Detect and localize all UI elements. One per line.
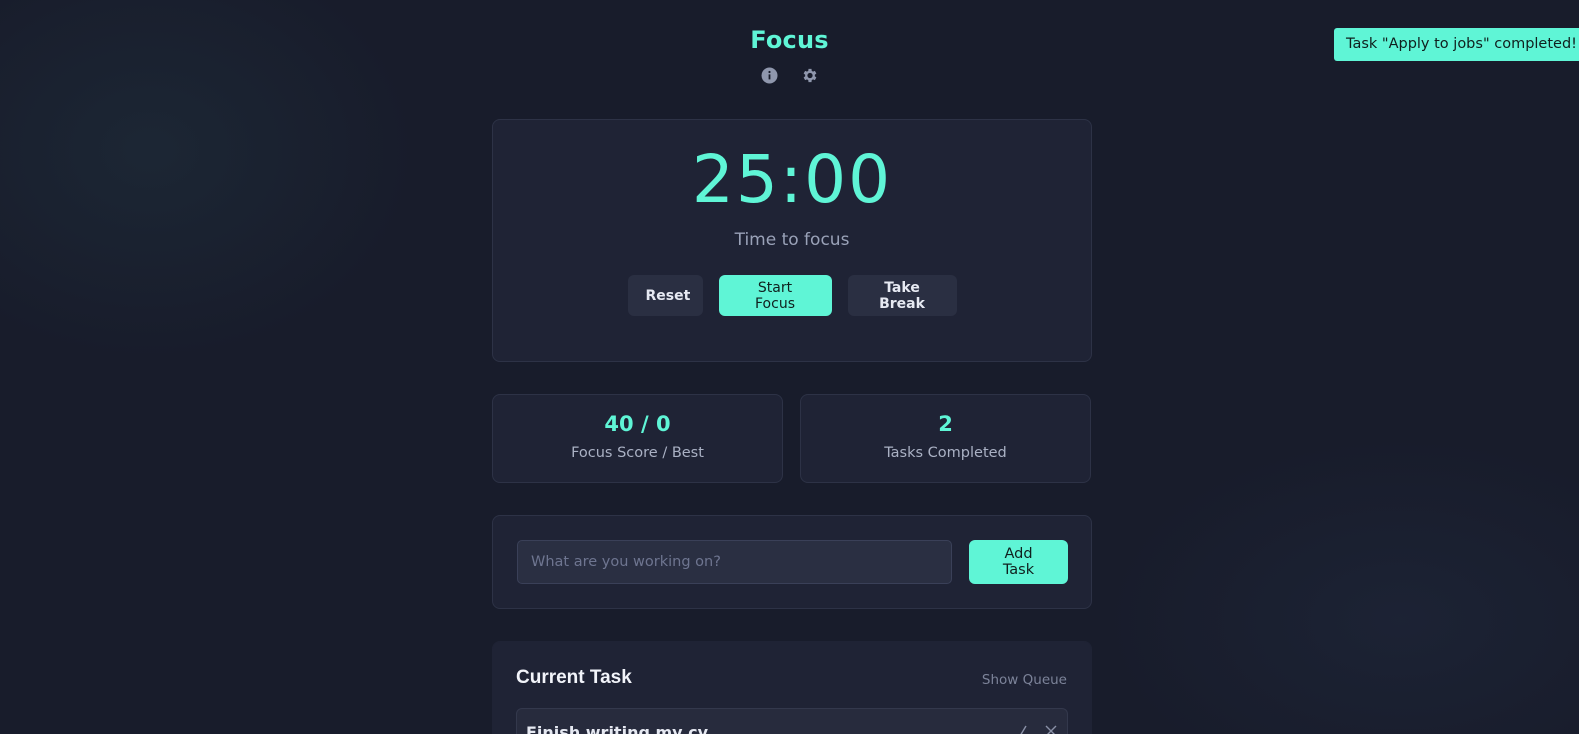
tasks-completed-label: Tasks Completed — [884, 445, 1007, 461]
current-task-title: Current Task — [516, 667, 632, 688]
timer-display: 25:00 — [691, 141, 893, 218]
show-queue-link[interactable]: Show Queue — [982, 672, 1067, 688]
gear-icon[interactable] — [801, 66, 819, 84]
add-task-card: Add Task — [492, 515, 1092, 609]
timer-card: 25:00 Time to focus Reset Start Focus Ta… — [492, 119, 1092, 362]
task-item[interactable]: Finish writing my cv — [516, 708, 1068, 734]
current-task-card: Current Task Show Queue Finish writing m… — [492, 641, 1092, 734]
focus-score-card: 40 / 0 Focus Score / Best — [492, 394, 783, 483]
toast-notification: Task "Apply to jobs" completed! — [1334, 28, 1579, 61]
task-item-text: Finish writing my cv — [526, 723, 709, 734]
timer-label: Time to focus — [734, 230, 850, 250]
start-focus-button[interactable]: Start Focus — [718, 275, 832, 316]
focus-score-label: Focus Score / Best — [571, 445, 704, 461]
task-actions — [1017, 725, 1057, 734]
edit-icon[interactable] — [1017, 725, 1029, 734]
header-icons — [0, 66, 1579, 84]
tasks-completed-value: 2 — [938, 412, 953, 436]
close-icon[interactable] — [1045, 725, 1057, 734]
tasks-completed-card: 2 Tasks Completed — [800, 394, 1091, 483]
task-input[interactable] — [517, 540, 952, 584]
focus-score-value: 40 / 0 — [604, 412, 671, 436]
timer-controls: Reset Start Focus Take Break — [493, 275, 1091, 316]
take-break-button[interactable]: Take Break — [847, 275, 957, 316]
info-icon[interactable] — [761, 66, 779, 84]
add-task-button[interactable]: Add Task — [969, 540, 1068, 584]
reset-button[interactable]: Reset — [627, 275, 703, 316]
